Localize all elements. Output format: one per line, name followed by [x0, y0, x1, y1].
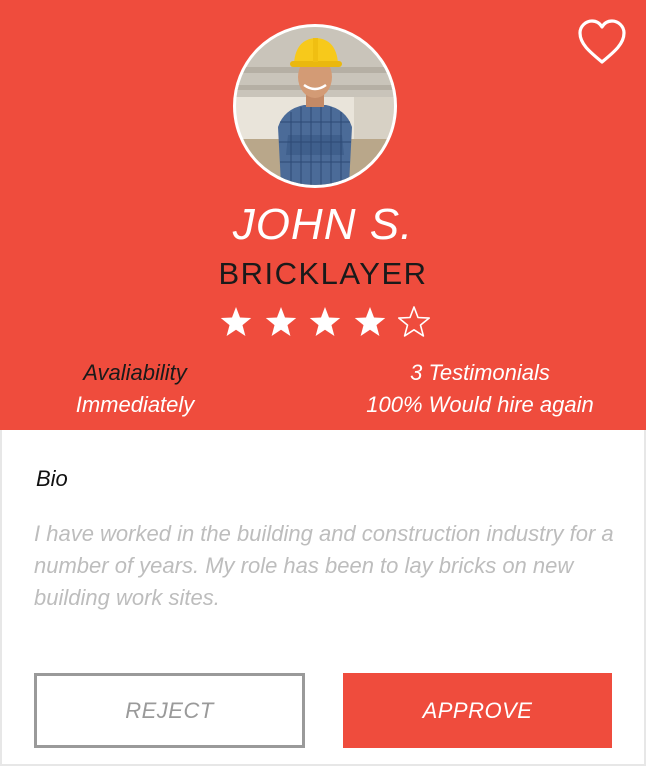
heart-outline-icon[interactable]: [576, 18, 628, 66]
avatar: [233, 24, 397, 188]
star-rating: [218, 302, 432, 342]
reject-button[interactable]: REJECT: [34, 673, 305, 748]
testimonials-count[interactable]: 3 Testimonials: [330, 357, 630, 389]
testimonials-stat: 3 Testimonials 100% Would hire again: [330, 357, 630, 421]
hire-again-value: 100% Would hire again: [366, 392, 594, 417]
star-empty-icon: [397, 306, 431, 337]
bio-title: Bio: [36, 466, 68, 491]
candidate-name: JOHN S.: [232, 200, 414, 249]
bio-text: I have worked in the building and constr…: [34, 521, 614, 610]
availability-label: Avaliability: [83, 360, 187, 385]
star-filled-icon: [220, 307, 252, 336]
candidate-card: JOHN S. BRICKLAYER Avaliability Immediat…: [0, 0, 646, 766]
availability-stat: Avaliability Immediately: [55, 357, 215, 421]
availability-value: Immediately: [75, 392, 195, 417]
profile-header: JOHN S. BRICKLAYER Avaliability Immediat…: [0, 0, 646, 430]
candidate-role: BRICKLAYER: [218, 256, 428, 291]
star-filled-icon: [354, 307, 385, 336]
avatar-photo: [236, 27, 394, 185]
star-filled-icon: [265, 307, 296, 336]
star-filled-icon: [309, 307, 341, 336]
approve-button[interactable]: APPROVE: [343, 673, 612, 748]
